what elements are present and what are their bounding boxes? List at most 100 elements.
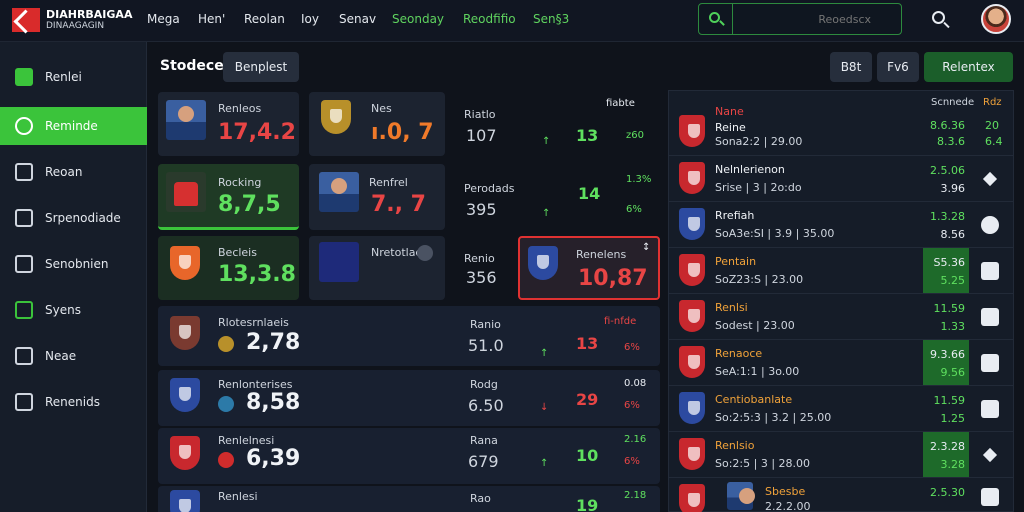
featured-card[interactable]: Renelens 10,87 bbox=[518, 236, 660, 300]
match-row[interactable]: Sbesbe 2.2.2.00 2.5.30 bbox=[669, 477, 1013, 512]
odds-cell[interactable]: S5.36 5.25 bbox=[923, 248, 969, 294]
match-row[interactable]: Nane Reine Sona2:2 | 29.00 8.6.36 8.3.6 … bbox=[669, 105, 1013, 155]
sidebar-item-1[interactable]: Renlei bbox=[0, 58, 147, 96]
odds-value: 11.59 bbox=[933, 394, 966, 407]
match-row[interactable]: Renlsi Sodest | 23.00 11.59 1.33 bbox=[669, 293, 1013, 339]
lock-icon[interactable] bbox=[981, 400, 999, 418]
lock-icon[interactable] bbox=[981, 262, 999, 280]
team-crest-icon bbox=[170, 490, 200, 512]
stat-label: Perodads bbox=[464, 182, 515, 195]
sidebar-item-6[interactable]: Syens bbox=[0, 291, 147, 329]
sidebar-item-4[interactable]: Srpenodiade bbox=[0, 199, 147, 237]
odds-cell[interactable]: 2.3.28 3.28 bbox=[923, 432, 969, 478]
match-info: SoA3e:SI | 3.9 | 35.00 bbox=[715, 227, 835, 240]
team-name: Nane bbox=[715, 105, 744, 118]
sidebar-item-8[interactable]: Renenids bbox=[0, 383, 147, 421]
sidebar-item-5[interactable]: Senobnien bbox=[0, 245, 147, 283]
lock-icon[interactable] bbox=[981, 354, 999, 372]
stat-card[interactable]: Renfrel 7., 7 bbox=[309, 164, 445, 230]
card-label: Renelens bbox=[576, 248, 627, 261]
lock-icon[interactable] bbox=[981, 308, 999, 326]
odds-cell[interactable]: 11.59 1.33 bbox=[923, 294, 969, 340]
match-row[interactable]: Pentain SoZ23:S | 23.00 S5.36 5.25 bbox=[669, 247, 1013, 294]
nav-item-6[interactable]: Seonday bbox=[392, 12, 444, 26]
global-search-icon[interactable] bbox=[932, 11, 950, 29]
odds-value: S5.36 bbox=[933, 256, 965, 269]
match-row[interactable]: Renlsio So:2:5 | 3 | 28.00 2.3.28 3.28 bbox=[669, 431, 1013, 478]
nav-item-2[interactable]: Hen' bbox=[198, 12, 225, 26]
info-icon[interactable] bbox=[417, 245, 433, 261]
nav-item-7[interactable]: Reodfifio bbox=[463, 12, 516, 26]
search-input[interactable] bbox=[739, 10, 899, 28]
card-label: Nretotlae bbox=[371, 246, 423, 259]
bet-slip-icon[interactable] bbox=[981, 446, 999, 464]
odds-value[interactable]: 6.4 bbox=[985, 135, 1009, 148]
nav-item-4[interactable]: Ioy bbox=[301, 12, 319, 26]
sidebar-item-label: Renlei bbox=[45, 70, 82, 84]
match-row[interactable]: Renaoce SeA:1:1 | 3o.00 9.3.66 9.56 bbox=[669, 339, 1013, 386]
nav-item-3[interactable]: Reolan bbox=[244, 12, 285, 26]
stat-tag: 6% bbox=[624, 456, 640, 467]
stat-label: Rana bbox=[470, 434, 498, 447]
odds-cell[interactable]: 2.5.06 3.96 bbox=[923, 156, 969, 202]
stat-value: 19 bbox=[576, 496, 599, 512]
odds-cell[interactable]: 2.5.30 bbox=[923, 478, 969, 512]
toolbar-button-2[interactable]: Fv6 bbox=[877, 52, 919, 82]
list-item[interactable]: Rlotesrnlaeis 2,78 Ranio 51.0 ↑ 13 fi-nf… bbox=[158, 306, 660, 366]
odds-value[interactable]: 20 bbox=[985, 119, 1009, 132]
team-crest-icon bbox=[170, 436, 200, 470]
nav-item-5[interactable]: Senav bbox=[339, 12, 376, 26]
odds-cell[interactable]: 1.3.28 8.56 bbox=[923, 202, 969, 248]
stat-tag: 0.08 bbox=[624, 378, 647, 389]
toolbar-button-1[interactable]: B8t bbox=[830, 52, 872, 82]
odds-cell[interactable]: 8.6.36 8.3.6 bbox=[923, 109, 969, 155]
stat-label: Ranio bbox=[470, 318, 501, 331]
list-item[interactable]: Renlelnesi 6,39 Rana 679 ↑ 10 2.16 6% bbox=[158, 428, 660, 484]
doc-icon bbox=[15, 163, 33, 181]
team-name: Renlsio bbox=[715, 439, 755, 452]
stat-card[interactable]: Nretotlae bbox=[309, 236, 445, 300]
sort-icon[interactable]: ↕ bbox=[642, 242, 650, 253]
list-item[interactable]: Renlesi Rao 19 2.18 bbox=[158, 486, 660, 512]
list-item[interactable]: Renlonterises 8,58 Rodg 6.50 ↓ 29 0.08 6… bbox=[158, 370, 660, 426]
card-value: ı.0, 7 bbox=[371, 120, 434, 145]
sidebar-item-3[interactable]: Reoan bbox=[0, 153, 147, 191]
sidebar-item-label: Neae bbox=[45, 349, 77, 363]
nav-item-1[interactable]: Mega bbox=[147, 12, 180, 26]
card-label: Nes bbox=[371, 102, 392, 115]
club-badge-icon bbox=[218, 452, 234, 468]
primary-action-button[interactable]: Relentex bbox=[924, 52, 1013, 82]
odds-value: 3.28 bbox=[940, 458, 966, 471]
sidebar-item-7[interactable]: Neae bbox=[0, 337, 147, 375]
row-value: 2,78 bbox=[246, 330, 301, 355]
add-bet-icon[interactable] bbox=[981, 216, 999, 234]
player-thumb bbox=[166, 100, 206, 140]
search-icon[interactable] bbox=[699, 4, 733, 34]
sidebar-item-2[interactable]: Reminde bbox=[0, 107, 147, 145]
people-icon bbox=[15, 393, 33, 411]
odds-cell[interactable]: 9.3.66 9.56 bbox=[923, 340, 969, 386]
brand-logo[interactable]: DIAHRBAIGAA DINAAGAGIN bbox=[12, 6, 132, 36]
cross-icon bbox=[15, 347, 33, 365]
team-name: Sbesbe bbox=[765, 485, 806, 498]
row-label: Renlesi bbox=[218, 490, 258, 503]
stat-card-highlight[interactable]: Becleis 13,3.8 bbox=[158, 236, 299, 300]
card-label: Renleos bbox=[218, 102, 262, 115]
match-row[interactable]: Centiobanlate So:2:5:3 | 3.2 | 25.00 11.… bbox=[669, 385, 1013, 431]
filter-button[interactable]: Benplest bbox=[223, 52, 299, 82]
avatar[interactable] bbox=[981, 4, 1011, 34]
stat-card[interactable]: Renleos 17,4.2 bbox=[158, 92, 299, 156]
sidebar-item-label: Renenids bbox=[45, 395, 100, 409]
stat-card[interactable]: Nes ı.0, 7 bbox=[309, 92, 445, 156]
match-row[interactable]: Rrefiah SoA3e:SI | 3.9 | 35.00 1.3.28 8.… bbox=[669, 201, 1013, 247]
search-box[interactable] bbox=[698, 3, 902, 35]
team-crest-icon bbox=[679, 300, 705, 332]
lock-icon[interactable] bbox=[981, 488, 999, 506]
bet-slip-icon[interactable] bbox=[981, 170, 999, 188]
match-row[interactable]: Nelnlerienon Srise | 3 | 2o:do 2.5.06 3.… bbox=[669, 155, 1013, 201]
chat-icon bbox=[15, 117, 33, 135]
team-name-secondary: Reine bbox=[715, 121, 746, 134]
nav-item-8[interactable]: Sen§3 bbox=[533, 12, 569, 26]
odds-cell[interactable]: 11.59 1.25 bbox=[923, 386, 969, 432]
stat-card-highlight[interactable]: Rocking 8,7,5 bbox=[158, 164, 299, 230]
